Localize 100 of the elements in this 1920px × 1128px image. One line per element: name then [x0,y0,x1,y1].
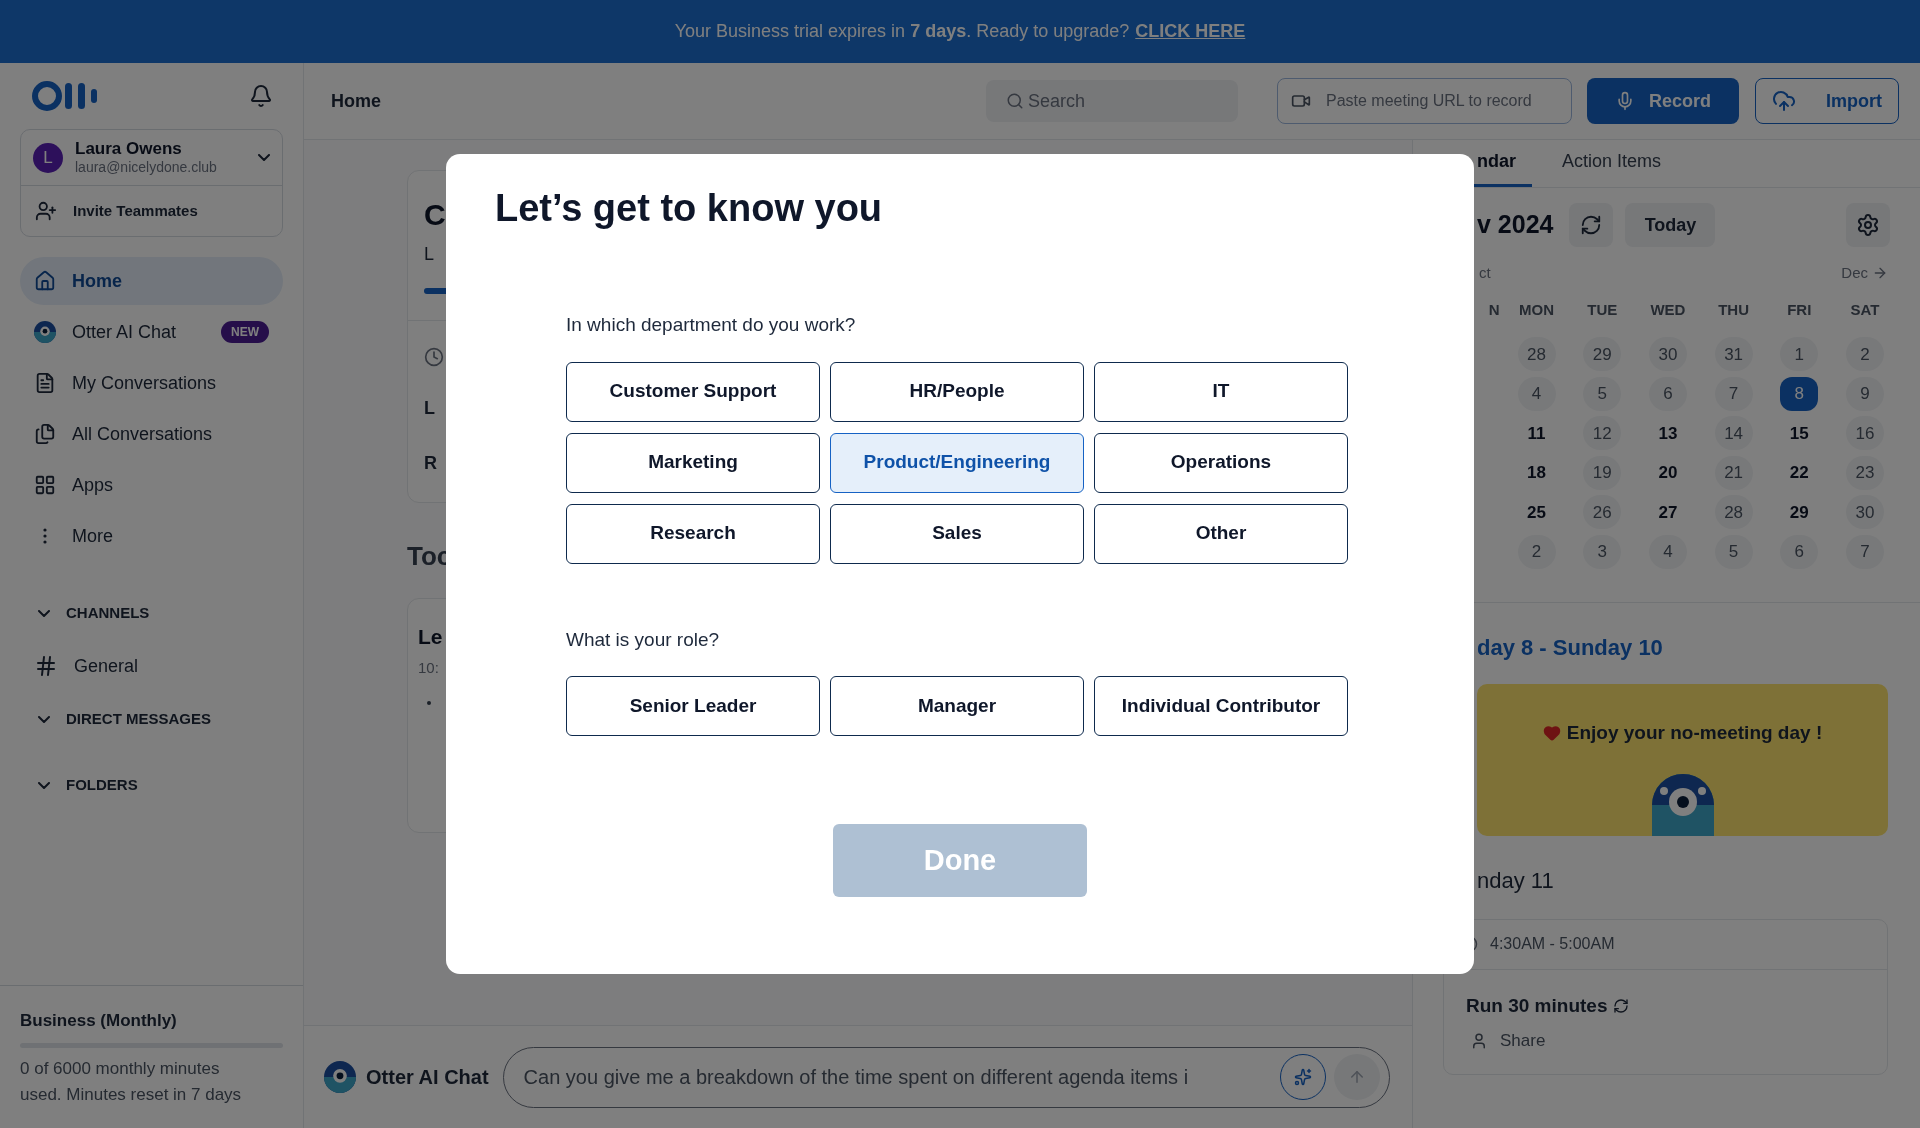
dialog-title: Let’s get to know you [495,186,884,231]
document-icon [34,372,56,394]
calendar-day[interactable]: 12 [1583,416,1622,451]
refresh-button[interactable] [1569,203,1614,247]
home-icon [34,270,56,292]
previous-month-link[interactable]: ct [1479,262,1491,285]
nav-item[interactable]: My Conversations [20,359,283,407]
next-month-link[interactable]: Dec [1841,262,1888,285]
meeting-url-field[interactable]: Paste meeting URL to record [1277,78,1572,124]
calendar-day[interactable]: 11 [1517,416,1556,451]
calendar-day[interactable]: 9 [1845,376,1884,411]
section-header[interactable]: DIRECT MESSAGES [0,686,303,752]
calendar-day[interactable]: 27 [1648,495,1687,530]
upgrade-link[interactable]: CLICK HERE [1135,18,1246,45]
option-button[interactable]: Product/Engineering [830,432,1084,493]
card-row-text: L [424,397,435,420]
section-header[interactable]: CHANNELS [0,580,303,646]
chat-input[interactable]: Can you give me a breakdown of the time spent on different agenda items i [502,1046,1390,1108]
calendar-day[interactable]: 13 [1648,416,1687,451]
calendar-day[interactable]: 23 [1845,455,1884,490]
calendar-day[interactable]: 30 [1845,495,1884,530]
weekday-label: SAT [1850,300,1880,321]
option-button[interactable]: Customer Support [566,361,820,422]
account-name: Laura Owens [75,138,183,160]
option-button[interactable]: Individual Contributor [1094,676,1348,736]
option-button[interactable]: IT [1094,361,1348,422]
card-heading: C [424,197,446,233]
option-button[interactable]: Sales [830,503,1084,564]
calendar-day[interactable]: 25 [1517,495,1556,530]
usage-text: 0 of 6000 monthly minutes used. Minutes reset in 7 days [20,1058,243,1106]
card-subtitle: L [424,243,434,266]
tab[interactable]: Action Items [1562,140,1678,187]
today-button[interactable]: Today [1625,203,1716,247]
calendar-day[interactable]: 5 [1714,534,1753,569]
calendar-day[interactable]: 28 [1517,337,1556,372]
otter-mascot-drawing [1651,773,1714,836]
weekday-label: WED [1650,300,1686,321]
option-button[interactable]: Marketing [566,432,820,493]
calendar-day[interactable]: 7 [1845,534,1884,569]
search-field[interactable]: Search [986,80,1238,122]
meeting-time: 10: [418,657,439,678]
option-button[interactable]: Research [566,503,820,564]
section-header[interactable]: FOLDERS [0,752,303,818]
option-button[interactable]: Operations [1094,432,1348,493]
calendar-day[interactable]: 4 [1517,376,1556,411]
calendar-day[interactable]: 21 [1714,455,1753,490]
nav-item[interactable]: Otter AI Chat NEW [20,308,283,356]
meeting-title: Le [418,624,443,650]
chevron-down-icon [258,154,270,161]
calendar-day[interactable]: 26 [1583,495,1622,530]
option-button[interactable]: Other [1094,503,1348,564]
calendar-day[interactable]: 2 [1845,337,1884,372]
nav-item[interactable]: All Conversations [20,410,283,458]
weekday-label: MON [1519,300,1555,321]
nav-item[interactable]: Home [20,257,283,305]
record-button[interactable]: Record [1587,78,1739,124]
calendar-day[interactable]: 31 [1714,337,1753,372]
invite-teammates-button[interactable]: Invite Teammates [21,186,282,236]
nav-item[interactable]: Apps [20,461,283,509]
calendar-day[interactable]: 2 [1517,534,1556,569]
notifications-icon[interactable] [249,84,273,108]
hash-icon [34,654,58,678]
calendar-day[interactable]: 14 [1714,416,1753,451]
calendar-day[interactable]: 20 [1648,455,1687,490]
sparkle-icon [1294,1067,1312,1086]
calendar-day[interactable]: 7 [1714,376,1753,411]
calendar-day[interactable]: 6 [1780,534,1819,569]
calendar-day[interactable]: 28 [1714,495,1753,530]
plan-title: Business (Monthly) [20,1009,178,1032]
import-button[interactable]: Import [1755,78,1899,124]
documents-icon [34,423,56,445]
calendar-day[interactable]: 6 [1648,376,1687,411]
calendar-day[interactable]: 15 [1780,416,1819,451]
calendar-day[interactable]: 1 [1780,337,1819,372]
calendar-day[interactable]: 29 [1780,495,1819,530]
question-text: In which department do you work? [566,313,857,337]
account-email: laura@nicelydone.club [75,159,218,177]
account-switcher[interactable]: L Laura Owens laura@nicelydone.club [21,130,282,186]
settings-button[interactable] [1846,203,1890,247]
option-button[interactable]: HR/People [830,361,1084,422]
chevron-down-icon [38,609,50,617]
calendar-day[interactable]: 19 [1583,455,1622,490]
calendar-day[interactable]: 4 [1648,534,1687,569]
chevron-down-icon [38,781,50,789]
calendar-day[interactable]: 29 [1583,337,1622,372]
channel-item[interactable]: General [0,646,303,686]
weekday-label: THU [1718,300,1749,321]
option-button[interactable]: Manager [830,676,1084,736]
nav-item[interactable]: More [20,512,283,560]
new-badge: NEW [221,321,269,343]
calendar-day[interactable]: 5 [1583,376,1622,411]
calendar-day[interactable]: 3 [1583,534,1622,569]
calendar-day[interactable]: 16 [1845,416,1884,451]
calendar-day[interactable]: 22 [1780,455,1819,490]
calendar-day[interactable]: 18 [1517,455,1556,490]
calendar-day[interactable]: 8 [1780,376,1819,411]
calendar-day[interactable]: 30 [1648,337,1687,372]
share-button[interactable]: Share [1444,1028,1887,1054]
option-button[interactable]: Senior Leader [566,676,820,736]
avatar: L [33,142,63,173]
